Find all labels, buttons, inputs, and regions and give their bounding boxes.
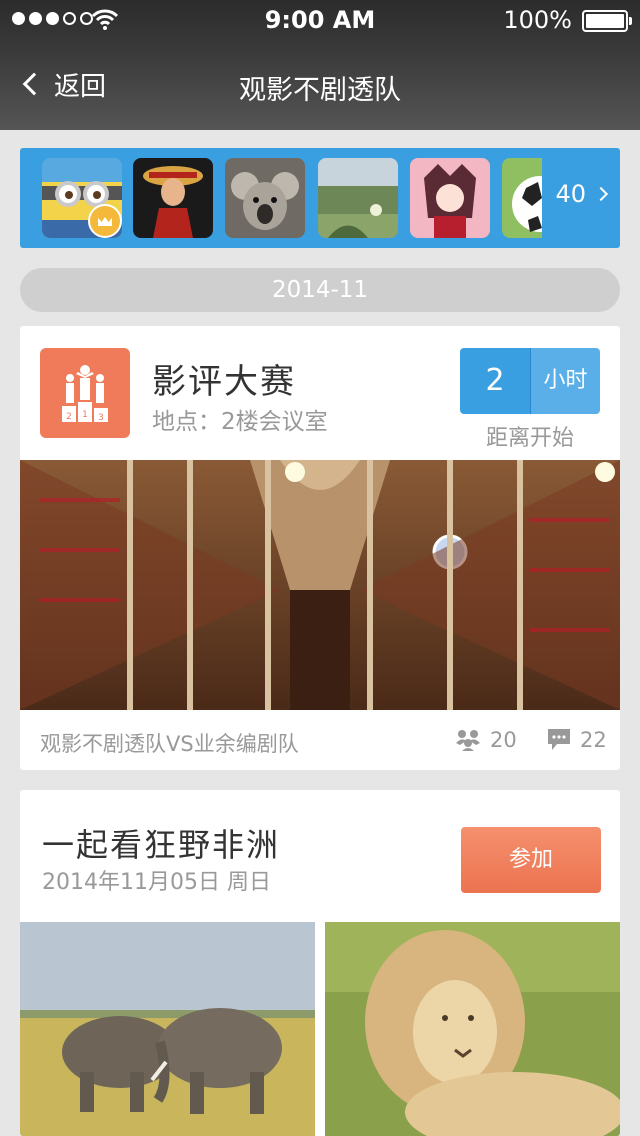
lion-photo: [325, 922, 620, 1136]
member-avatar[interactable]: [225, 158, 305, 238]
countdown-value: 2: [460, 348, 530, 414]
crown-icon: [88, 204, 122, 238]
date-header: 2014-11: [20, 268, 620, 312]
svg-text:3: 3: [98, 413, 104, 423]
countdown-caption: 距离开始: [485, 426, 574, 451]
event-card[interactable]: 2 1 3 影评大赛 地点：2楼会议室 2 小时 距离开始 观影不剧透队VS业余…: [20, 326, 620, 770]
participants-count: 20: [490, 728, 517, 752]
event-card[interactable]: 一起看狂野非洲 2014年11月05日 周日 参加: [20, 790, 620, 1136]
member-count-link[interactable]: 40: [555, 180, 609, 208]
svg-text:2: 2: [66, 412, 72, 422]
battery-icon: [582, 10, 632, 32]
join-button[interactable]: 参加: [461, 827, 601, 893]
event-footer-text: 观影不剧透队VS业余编剧队: [40, 732, 299, 756]
battery-percentage: 100%: [503, 6, 572, 34]
podium-icon: 2 1 3: [40, 348, 130, 438]
people-icon: [456, 730, 480, 751]
members-strip[interactable]: 40: [20, 148, 620, 248]
comments-stat: 22: [548, 728, 607, 752]
page-title: 观影不剧透队: [239, 75, 401, 106]
chevron-right-icon: [593, 186, 609, 202]
member-count: 40: [555, 180, 586, 208]
event-title: 一起看狂野非洲: [42, 826, 281, 864]
member-avatar[interactable]: [410, 158, 490, 238]
member-avatar[interactable]: [502, 158, 542, 238]
participants-stat: 20: [456, 728, 517, 752]
member-avatar[interactable]: [133, 158, 213, 238]
event-date: 2014年11月05日 周日: [42, 870, 271, 895]
comments-count: 22: [580, 728, 607, 752]
svg-text:1: 1: [82, 410, 88, 420]
top-bar: 9:00 AM 100% 返回 观影不剧透队: [0, 0, 640, 130]
event-location: 地点：2楼会议室: [152, 409, 328, 435]
library-photo: [20, 460, 620, 710]
countdown-unit: 小时: [530, 348, 600, 414]
countdown-badge: 2 小时: [460, 348, 600, 414]
member-avatar[interactable]: [318, 158, 398, 238]
status-bar: 9:00 AM 100%: [0, 0, 640, 40]
elephant-photo: [20, 922, 315, 1136]
comment-icon: [548, 729, 570, 750]
event-title: 影评大赛: [152, 362, 296, 402]
